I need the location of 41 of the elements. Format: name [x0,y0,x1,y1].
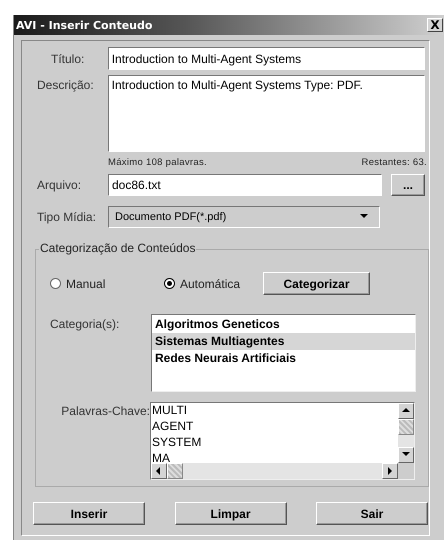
category-item[interactable]: Sistemas Multiagentes [152,333,415,350]
field-label: Arquivo: [37,178,82,192]
close-button[interactable]: X [427,18,443,32]
browse-button[interactable]: ... [391,174,425,196]
right-arrow-icon [385,466,395,476]
file-field[interactable]: doc86.txt [108,174,382,196]
remaining-count: Restantes: 63. [362,157,427,168]
categorize-button[interactable]: Categorizar [263,272,370,295]
radio-button[interactable] [164,278,175,289]
radio-label: Automática [180,276,240,290]
scroll-left-button[interactable] [151,463,167,479]
horizontal-scrollbar[interactable] [151,463,398,479]
scroll-down-button[interactable] [398,447,414,463]
category-item[interactable]: Redes Neurais Artificiais [152,350,415,367]
keyword-item[interactable]: MA [151,451,398,463]
group-title: Categorização de Conteúdos [39,241,196,255]
scroll-thumb[interactable] [398,419,414,435]
word-limit-note: Máximo 108 palavras. [108,157,207,168]
field-label: Descrição: [37,77,95,92]
radio-label: Manual [66,276,106,290]
keyword-item[interactable]: AGENT [151,419,398,435]
scroll-up-button[interactable] [398,403,414,419]
action-button[interactable]: Inserir [33,502,145,525]
scroll-right-button[interactable] [382,463,398,479]
field-label: Título: [50,52,86,66]
scrollbar-corner [398,463,414,479]
category-item[interactable]: Algoritmos Geneticos [152,316,415,333]
keyword-item[interactable]: MULTI [151,403,398,419]
vertical-scrollbar[interactable] [398,403,414,463]
window-title: AVI - Inserir Conteudo [16,18,152,32]
field-label: Tipo Mídia: [37,210,97,224]
action-button[interactable]: Limpar [174,502,286,525]
radio-button[interactable] [50,278,61,289]
media-type-dropdown[interactable]: Documento PDF(*.pdf) [108,206,380,228]
field-label: Categoria(s): [50,316,120,331]
description-field[interactable]: Introduction to Multi-Agent Systems Type: PDF. [108,75,425,152]
keyword-item[interactable]: SYSTEM [151,435,398,451]
scroll-thumb[interactable] [167,463,183,479]
title-field[interactable]: Introduction to Multi-Agent Systems [108,47,425,70]
action-button[interactable]: Sair [316,502,428,525]
field-label: Palavras-Chave: [60,403,150,418]
